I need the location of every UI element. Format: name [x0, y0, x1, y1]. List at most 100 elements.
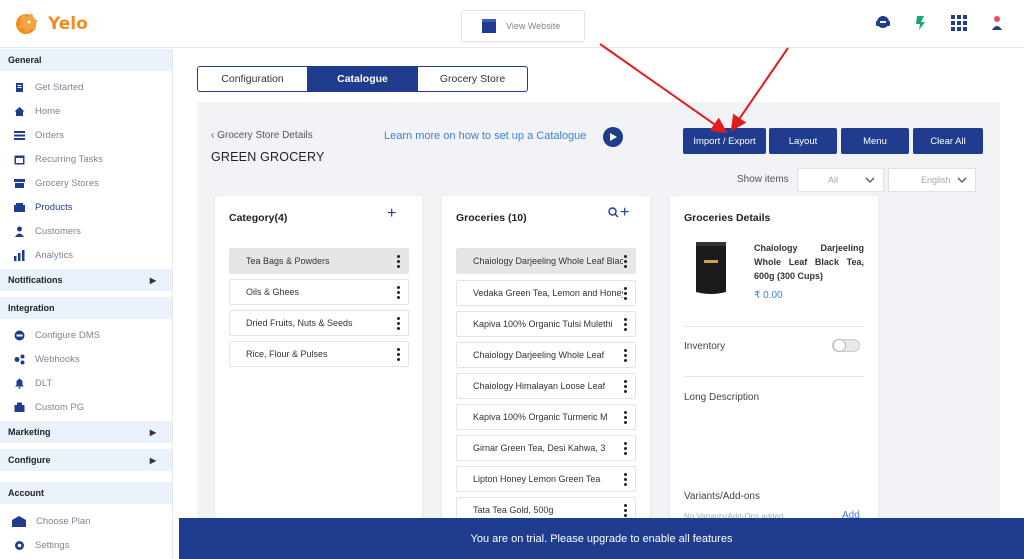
category-title: Category(4): [229, 212, 288, 224]
details-title: Groceries Details: [684, 212, 771, 224]
more-options-icon[interactable]: [624, 410, 627, 424]
show-items-label: Show items: [737, 174, 789, 185]
list-item[interactable]: Tea Bags & Powders: [229, 248, 409, 274]
import-export-button[interactable]: Import / Export: [683, 128, 766, 154]
products-icon: [14, 202, 25, 213]
play-video-button[interactable]: [603, 127, 623, 147]
app-logo[interactable]: Yelo: [14, 10, 88, 38]
app-name: Yelo: [48, 14, 88, 34]
sidebar: General Get Started Home Orders Recurrin…: [0, 49, 173, 559]
list-item[interactable]: Vedaka Green Tea, Lemon and Honey: [456, 280, 636, 306]
tab-grocery-store[interactable]: Grocery Store: [418, 67, 527, 91]
caret-right-icon: ▶: [149, 427, 156, 437]
more-options-icon[interactable]: [397, 285, 400, 299]
sidebar-item-settings[interactable]: Settings: [0, 533, 172, 557]
groceries-card: Groceries (10) + Chaiology Darjeeling Wh…: [442, 196, 650, 523]
top-bar: Yelo View Website: [0, 0, 1024, 48]
list-item[interactable]: Oils & Ghees: [229, 279, 409, 305]
sidebar-item-customers[interactable]: Customers: [0, 219, 172, 243]
more-options-icon[interactable]: [624, 254, 627, 268]
list-item[interactable]: Chaiology Darjeeling Whole Leaf Black Te…: [456, 248, 636, 274]
sidebar-item-webhooks[interactable]: Webhooks: [0, 347, 172, 371]
groceries-title: Groceries (10): [456, 212, 527, 224]
sidebar-item-custom-pg[interactable]: Custom PG: [0, 395, 172, 419]
more-options-icon[interactable]: [624, 286, 627, 300]
variants-label: Variants/Add-ons: [684, 491, 760, 502]
sidebar-item-choose-plan[interactable]: Choose Plan: [0, 509, 172, 533]
divider: [684, 326, 864, 327]
sidebar-section-configure[interactable]: Configure ▶: [0, 449, 172, 471]
more-options-icon[interactable]: [397, 254, 400, 268]
user-avatar-icon[interactable]: [988, 14, 1006, 32]
list-item[interactable]: Kapiva 100% Organic Turmeric M: [456, 404, 636, 430]
search-icon: [608, 207, 619, 218]
store-icon: [14, 178, 25, 189]
product-price: ₹ 0.00: [754, 290, 783, 301]
tips-icon[interactable]: [912, 14, 930, 32]
category-card: Category(4) + Tea Bags & Powders Oils & …: [215, 196, 422, 518]
sidebar-section-general: General: [0, 49, 172, 71]
more-options-icon[interactable]: [624, 441, 627, 455]
show-items-select[interactable]: All: [797, 168, 884, 192]
product-name: Chaiology Darjeeling Whole Leaf Black Te…: [754, 243, 864, 281]
learn-more-link[interactable]: Learn more on how to set up a Catalogue: [384, 130, 586, 142]
sidebar-item-dlt[interactable]: DLT: [0, 371, 172, 395]
tab-configuration[interactable]: Configuration: [198, 67, 308, 91]
search-grocery-button[interactable]: +: [608, 204, 629, 220]
more-options-icon[interactable]: [397, 347, 400, 361]
list-item[interactable]: Chaiology Darjeeling Whole Leaf: [456, 342, 636, 368]
sidebar-item-orders[interactable]: Orders: [0, 123, 172, 147]
sidebar-item-get-started[interactable]: Get Started: [0, 75, 172, 99]
view-website-button[interactable]: View Website: [461, 10, 585, 42]
sidebar-section-notifications[interactable]: Notifications ▶: [0, 269, 172, 291]
sidebar-section-marketing[interactable]: Marketing ▶: [0, 421, 172, 443]
more-options-icon[interactable]: [397, 316, 400, 330]
plus-icon[interactable]: +: [620, 204, 629, 220]
menu-button[interactable]: Menu: [841, 128, 909, 154]
sidebar-item-analytics[interactable]: Analytics: [0, 243, 172, 267]
inventory-toggle[interactable]: [832, 339, 860, 352]
more-options-icon[interactable]: [624, 379, 627, 393]
list-item[interactable]: Girnar Green Tea, Desi Kahwa, 3: [456, 435, 636, 461]
support-chat-icon[interactable]: [874, 14, 892, 32]
divider: [684, 376, 864, 377]
bell-icon: [14, 378, 25, 389]
caret-right-icon: ▶: [149, 275, 156, 285]
more-options-icon[interactable]: [624, 503, 627, 517]
caret-right-icon: ▶: [149, 455, 156, 465]
sidebar-item-home[interactable]: Home: [0, 99, 172, 123]
list-item[interactable]: Dried Fruits, Nuts & Seeds: [229, 310, 409, 336]
sidebar-section-integration: Integration: [0, 297, 172, 319]
plan-icon: [12, 515, 26, 527]
toggle-knob: [833, 339, 846, 352]
language-select[interactable]: English: [888, 168, 976, 192]
list-item[interactable]: Rice, Flour & Pulses: [229, 341, 409, 367]
home-icon: [14, 106, 25, 117]
back-link[interactable]: ‹ Grocery Store Details: [211, 130, 313, 141]
list-item[interactable]: Kapiva 100% Organic Tulsi Mulethi: [456, 311, 636, 337]
sidebar-item-products[interactable]: Products: [0, 195, 172, 219]
list-item[interactable]: Lipton Honey Lemon Green Tea: [456, 466, 636, 492]
sidebar-item-recurring-tasks[interactable]: Recurring Tasks: [0, 147, 172, 171]
grocery-details-card: Groceries Details Chaiology Darjeeling W…: [670, 196, 878, 521]
long-description-label: Long Description: [684, 392, 760, 403]
store-name: GREEN GROCERY: [211, 150, 325, 164]
rocket-icon: [14, 82, 25, 93]
trial-banner: You are on trial. Please upgrade to enab…: [179, 518, 1024, 559]
plus-icon: +: [387, 205, 397, 222]
sidebar-item-grocery-stores[interactable]: Grocery Stores: [0, 171, 172, 195]
lion-logo-icon: [16, 13, 38, 34]
layout-button[interactable]: Layout: [769, 128, 837, 154]
tab-catalogue[interactable]: Catalogue: [308, 67, 418, 91]
sidebar-item-configure-dms[interactable]: Configure DMS: [0, 323, 172, 347]
add-category-button[interactable]: +: [387, 205, 396, 223]
more-options-icon[interactable]: [624, 472, 627, 486]
chevron-down-icon: [865, 177, 875, 183]
more-options-icon[interactable]: [624, 317, 627, 331]
clear-all-button[interactable]: Clear All: [913, 128, 983, 154]
more-options-icon[interactable]: [624, 348, 627, 362]
list-item[interactable]: Chaiology Himalayan Loose Leaf: [456, 373, 636, 399]
payment-gateway-icon: [14, 402, 25, 413]
inventory-label: Inventory: [684, 341, 726, 352]
apps-grid-icon[interactable]: [950, 14, 968, 32]
